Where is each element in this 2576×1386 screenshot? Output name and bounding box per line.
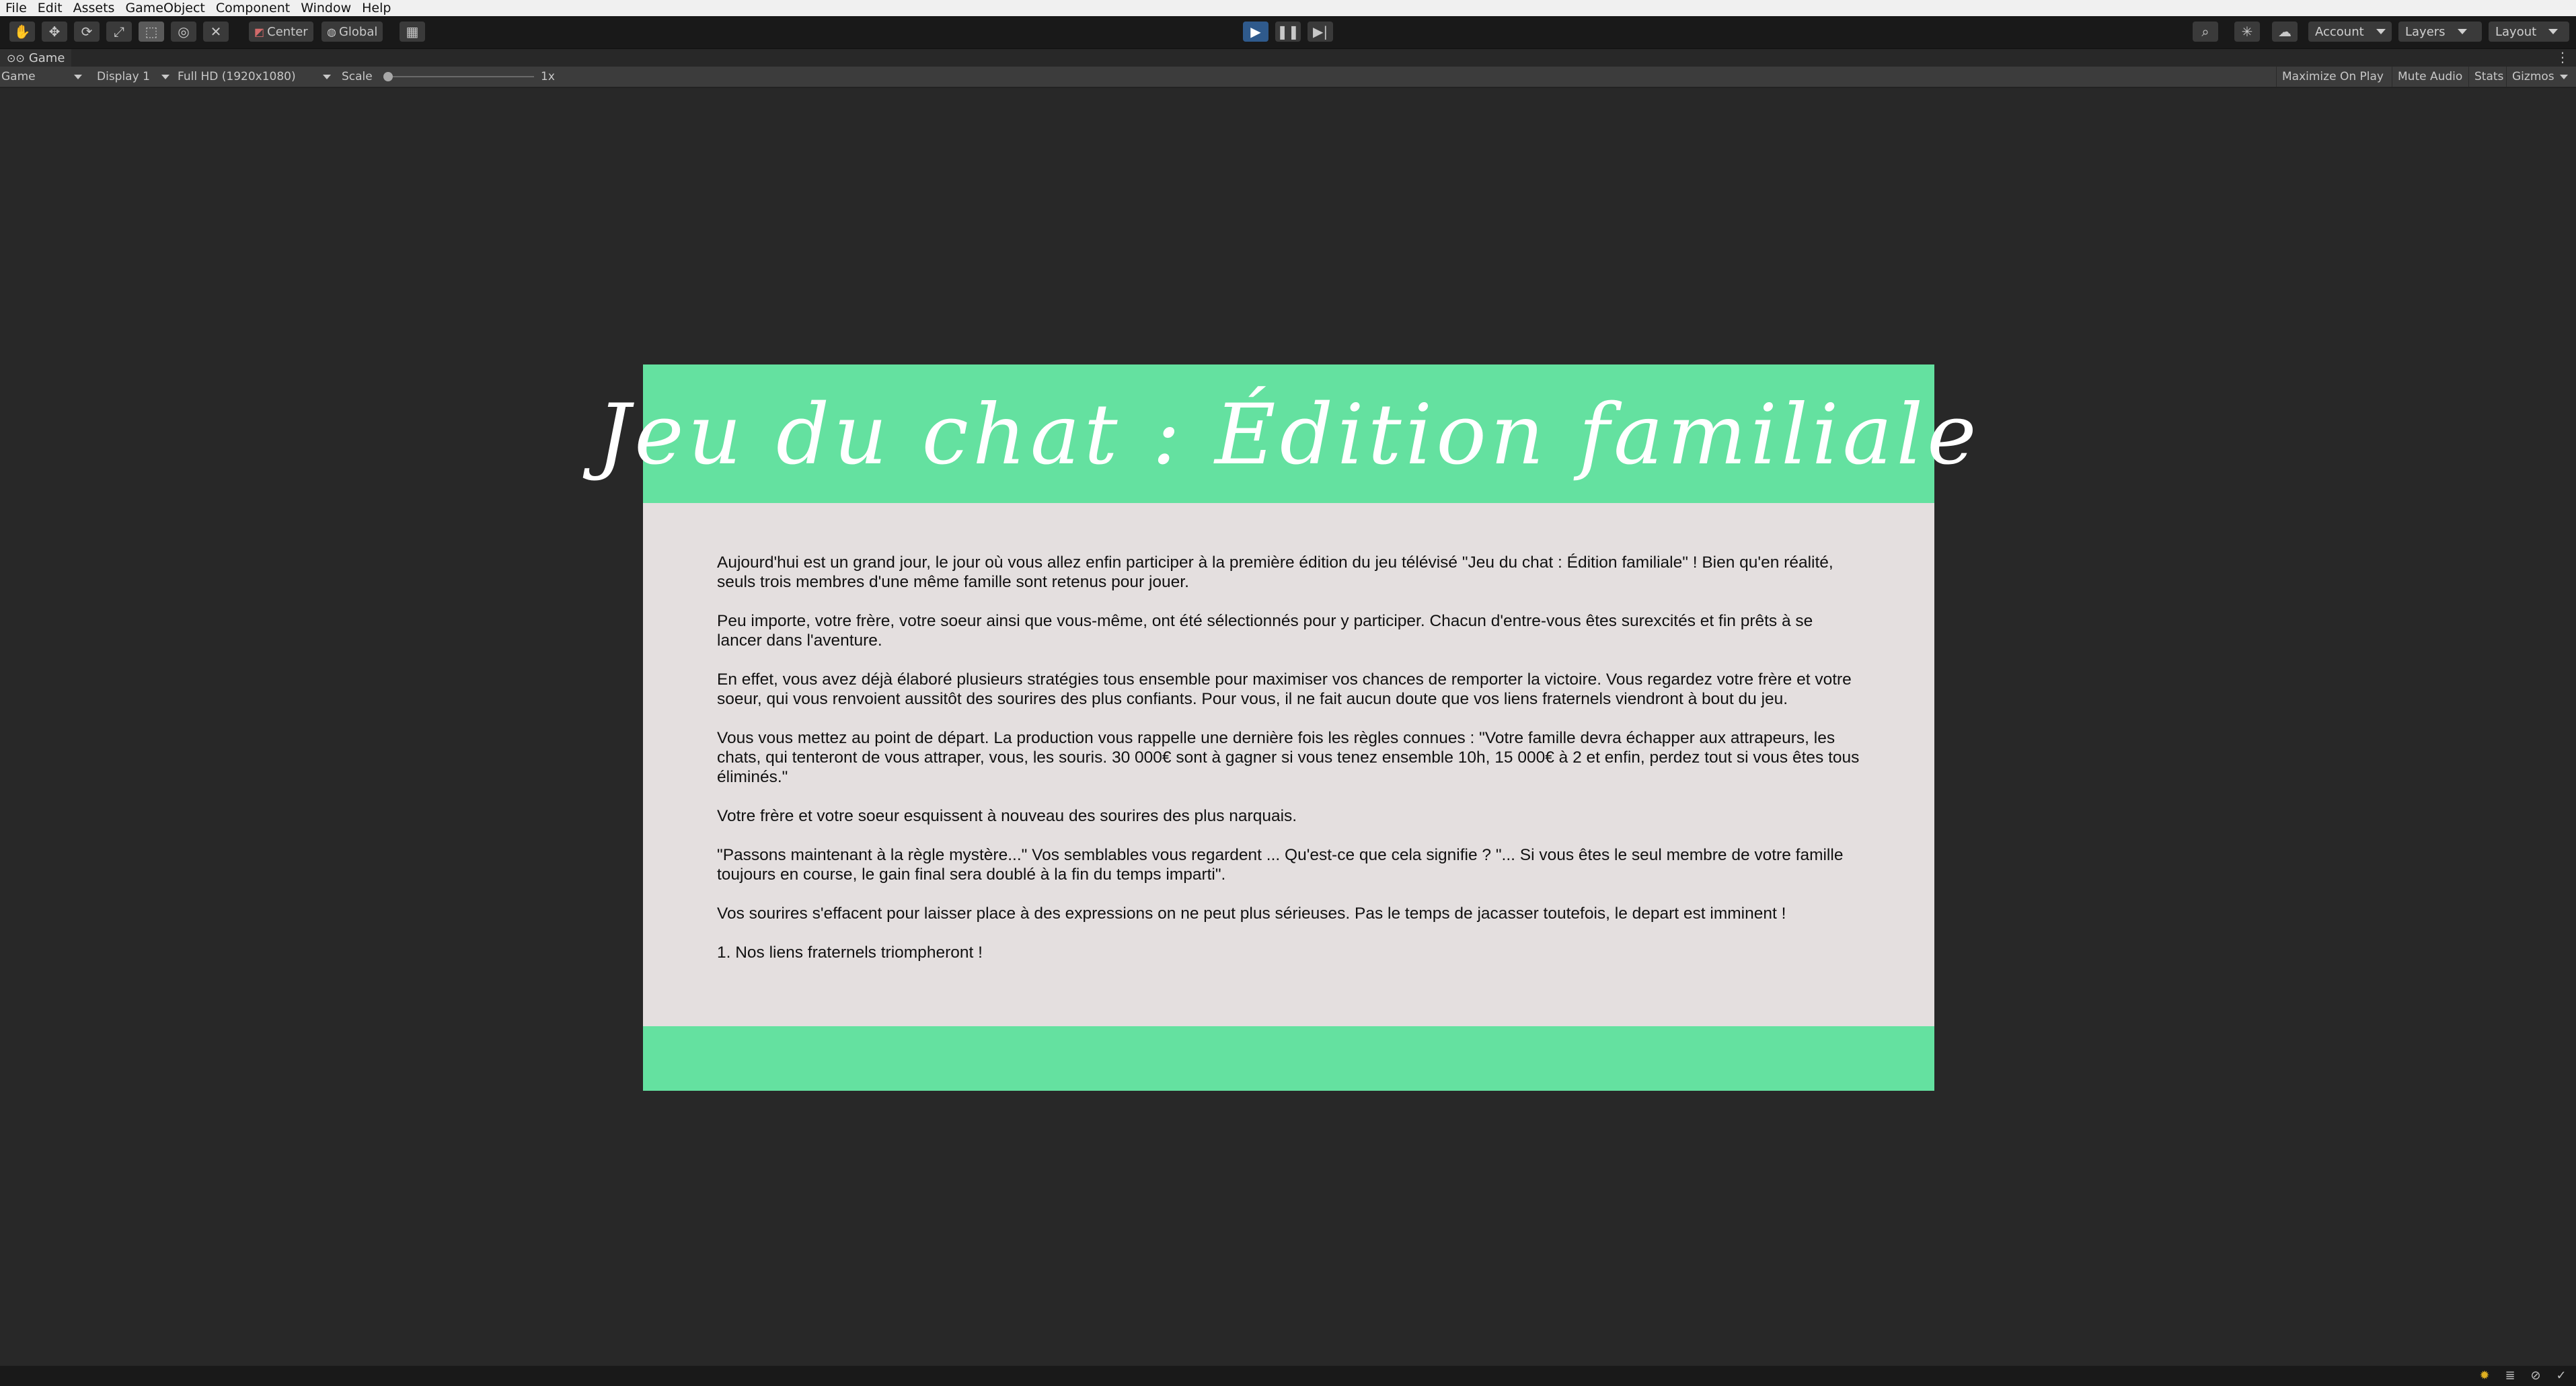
- game-title-banner: Jeu du chat : Édition familiale: [597, 364, 1977, 503]
- space-label: Global: [338, 24, 378, 39]
- status-bar: ✹ ≣ ⊘ ✓: [0, 1366, 2576, 1386]
- menu-edit[interactable]: Edit: [32, 0, 68, 16]
- layers-stack-icon[interactable]: ≣: [2503, 1369, 2517, 1383]
- menu-window[interactable]: Window: [295, 0, 356, 16]
- play-button[interactable]: ▶: [1243, 22, 1268, 42]
- transform-tool-icon[interactable]: ◎: [171, 22, 196, 42]
- services-icon[interactable]: ✳: [2234, 22, 2260, 42]
- menu-help[interactable]: Help: [356, 0, 396, 16]
- menu-assets[interactable]: Assets: [68, 0, 120, 16]
- search-icon[interactable]: ⌕: [2193, 22, 2218, 42]
- maximize-on-play-label: Maximize On Play: [2282, 70, 2384, 83]
- stats-toggle[interactable]: Stats: [2468, 67, 2509, 87]
- story-paragraph: En effet, vous avez déjà élaboré plusieu…: [717, 670, 1852, 708]
- hand-tool-icon[interactable]: ✋: [9, 22, 35, 42]
- layers-label: Layers: [2405, 24, 2446, 39]
- account-dropdown[interactable]: Account: [2308, 22, 2392, 42]
- menu-bar: File Edit Assets GameObject Component Wi…: [0, 0, 2576, 16]
- maximize-on-play-toggle[interactable]: Maximize On Play: [2276, 67, 2389, 87]
- move-tool-icon[interactable]: ✥: [42, 22, 67, 42]
- scale-tool-icon[interactable]: ⤢: [106, 22, 132, 42]
- globe-icon: ◍: [327, 25, 336, 38]
- cloud-icon[interactable]: ☁: [2272, 22, 2298, 42]
- chevron-down-icon: [2457, 29, 2467, 34]
- gamepad-icon: ⊙⊙: [7, 51, 25, 65]
- game-view-toolbar: Game Display 1 Full HD (1920x1080) Scale…: [0, 67, 2576, 88]
- chevron-down-icon: [74, 74, 82, 79]
- display-select[interactable]: Display 1: [97, 67, 172, 87]
- game-title: Jeu du chat : Édition familiale: [597, 387, 1981, 484]
- stats-label: Stats: [2474, 70, 2504, 83]
- chevron-down-icon: [2559, 74, 2568, 79]
- menu-file[interactable]: File: [0, 0, 32, 16]
- resolution-select[interactable]: Full HD (1920x1080): [178, 67, 334, 87]
- pause-button[interactable]: ❚❚: [1275, 22, 1301, 42]
- gizmos-label: Gizmos: [2512, 70, 2554, 83]
- space-toggle-button[interactable]: ◍ Global: [321, 22, 383, 42]
- layout-dropdown[interactable]: Layout: [2489, 22, 2569, 42]
- more-options-icon[interactable]: ⋮: [2556, 50, 2569, 64]
- rect-tool-icon[interactable]: ⬚: [139, 22, 164, 42]
- chevron-down-icon: [323, 74, 331, 79]
- unity-editor-window: File Edit Assets GameObject Component Wi…: [0, 0, 2576, 1386]
- layers-dropdown[interactable]: Layers: [2398, 22, 2482, 42]
- chevron-down-icon: [2548, 29, 2559, 34]
- scale-value: 1x: [541, 70, 555, 83]
- game-footer-banner: [643, 1026, 1934, 1091]
- tab-game[interactable]: ⊙⊙ Game: [0, 49, 72, 67]
- menu-component[interactable]: Component: [211, 0, 295, 16]
- story-paragraph: Aujourd'hui est un grand jour, le jour o…: [717, 553, 1833, 591]
- pivot-toggle-button[interactable]: ◩ Center: [249, 22, 313, 42]
- story-paragraph: Peu importe, votre frère, votre soeur ai…: [717, 612, 1813, 650]
- display-select-value: Display 1: [97, 70, 150, 83]
- game-screen: Jeu du chat : Édition familiale Aujourd'…: [597, 364, 1977, 1091]
- main-toolbar: ✋ ✥ ⟳ ⤢ ⬚ ◎ ✕ ◩ Center ◍ Global ▦ ▶ ❚❚ ▶…: [0, 16, 2576, 49]
- view-select[interactable]: Game: [1, 67, 85, 87]
- resolution-select-value: Full HD (1920x1080): [178, 70, 296, 83]
- pivot-label: Center: [267, 24, 308, 39]
- mute-audio-toggle[interactable]: Mute Audio: [2392, 67, 2468, 87]
- custom-tool-icon[interactable]: ✕: [203, 22, 229, 42]
- story-paragraph: Vous vous mettez au point de départ. La …: [717, 729, 1860, 786]
- mute-audio-label: Mute Audio: [2398, 70, 2463, 83]
- account-label: Account: [2315, 24, 2364, 39]
- choice-option-1[interactable]: 1. Nos liens fraternels triompheront !: [717, 943, 1860, 962]
- tab-game-label: Game: [28, 50, 65, 65]
- layout-label: Layout: [2495, 24, 2537, 39]
- debug-icon[interactable]: ⊘: [2529, 1369, 2542, 1383]
- chevron-down-icon: [2376, 29, 2386, 34]
- panel-tab-strip: ⊙⊙ Game ⋮: [0, 49, 2576, 67]
- story-paragraph: Vos sourires s'effacent pour laisser pla…: [717, 904, 1786, 923]
- pivot-icon: ◩: [254, 25, 265, 38]
- grid-snap-icon[interactable]: ▦: [400, 22, 425, 42]
- scale-label: Scale: [342, 70, 373, 83]
- view-select-value: Game: [1, 70, 36, 83]
- story-paragraph: "Passons maintenant à la règle mystère..…: [717, 846, 1844, 884]
- step-button[interactable]: ▶|: [1308, 22, 1333, 42]
- bug-icon[interactable]: ✹: [2478, 1369, 2491, 1383]
- story-text: Aujourd'hui est un grand jour, le jour o…: [717, 553, 1860, 962]
- scale-slider-handle[interactable]: [383, 72, 393, 81]
- game-viewport[interactable]: Jeu du chat : Édition familiale Aujourd'…: [0, 88, 2576, 1366]
- menu-gameobject[interactable]: GameObject: [120, 0, 210, 16]
- story-paragraph: Votre frère et votre soeur esquissent à …: [717, 807, 1297, 825]
- check-circle-icon[interactable]: ✓: [2554, 1369, 2568, 1383]
- rotate-tool-icon[interactable]: ⟳: [74, 22, 100, 42]
- chevron-down-icon: [161, 74, 169, 79]
- gizmos-dropdown[interactable]: Gizmos: [2506, 67, 2573, 87]
- scale-slider-track[interactable]: [387, 76, 534, 77]
